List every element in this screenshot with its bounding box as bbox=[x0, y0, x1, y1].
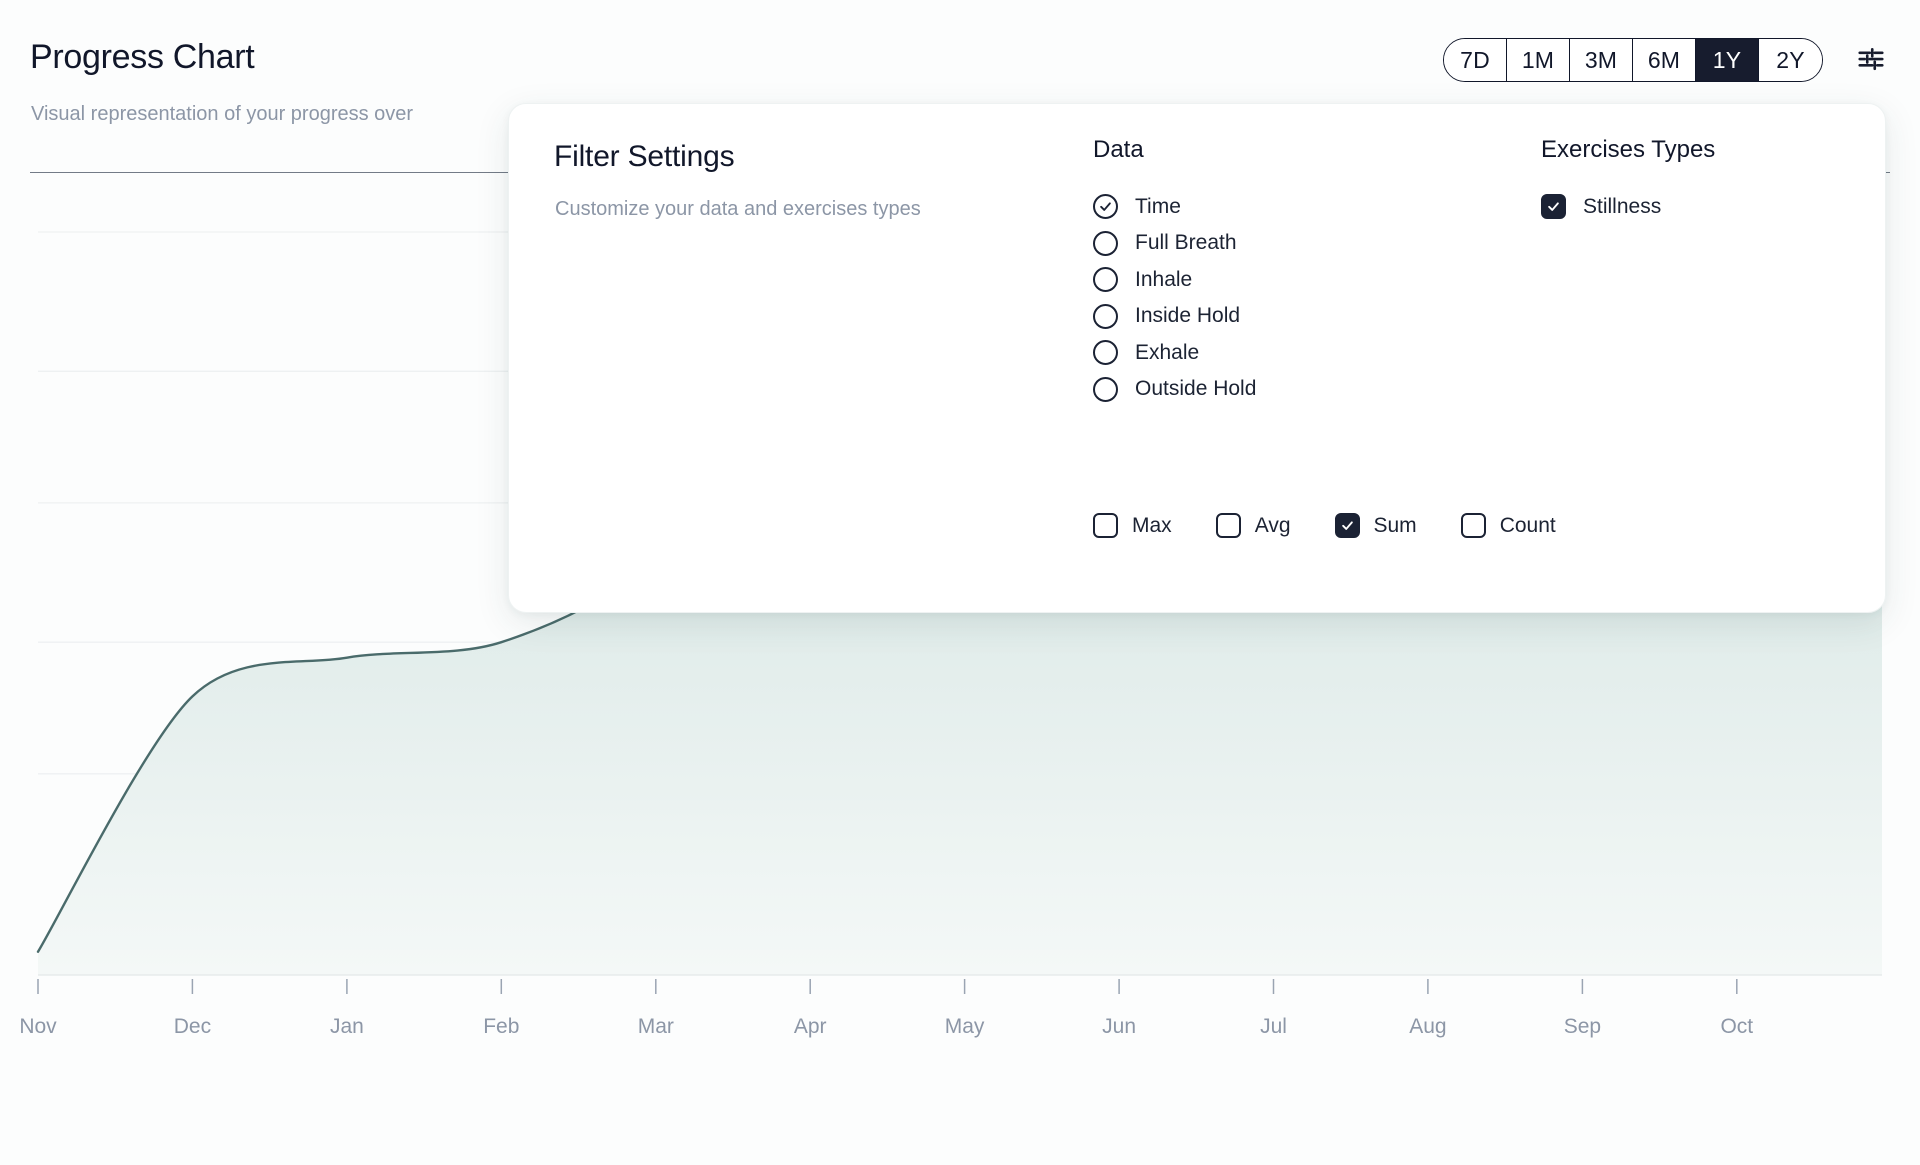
aggregation-label: Sum bbox=[1373, 513, 1417, 537]
data-option-label: Full Breath bbox=[1135, 231, 1237, 254]
x-axis-label: Jul bbox=[1260, 1015, 1287, 1038]
exercise-type-stillness[interactable]: Stillness bbox=[1541, 194, 1715, 219]
x-axis-label: Jun bbox=[1102, 1015, 1136, 1038]
checkbox-unchecked-icon bbox=[1460, 513, 1486, 538]
page-subtitle: Visual representation of your progress o… bbox=[31, 103, 414, 125]
x-axis-label: May bbox=[945, 1015, 985, 1038]
data-option-label: Time bbox=[1135, 194, 1181, 218]
x-axis-label: Jan bbox=[330, 1015, 364, 1038]
filter-settings-panel: Filter Settings Customize your data and … bbox=[508, 103, 1886, 613]
data-option-label: Inhale bbox=[1135, 267, 1193, 291]
radio-unchecked-icon bbox=[1093, 303, 1118, 329]
exercises-types-checkbox-list: Stillness bbox=[1541, 194, 1715, 219]
x-axis-ticks bbox=[37, 979, 1738, 994]
checkbox-unchecked-icon bbox=[1093, 513, 1118, 538]
x-axis-label: Dec bbox=[174, 1015, 211, 1038]
aggregation-max[interactable]: Max bbox=[1093, 513, 1172, 538]
checkbox-unchecked-icon bbox=[1215, 513, 1241, 538]
x-axis-label: Aug bbox=[1409, 1015, 1446, 1038]
range-option-2y[interactable]: 2Y bbox=[1759, 39, 1822, 81]
range-option-1y[interactable]: 1Y bbox=[1696, 39, 1759, 81]
data-option-full-breath[interactable]: Full Breath bbox=[1093, 230, 1256, 256]
x-axis-label: Mar bbox=[638, 1015, 674, 1038]
data-option-inside-hold[interactable]: Inside Hold bbox=[1093, 303, 1256, 329]
checkbox-checked-icon bbox=[1334, 513, 1360, 538]
checkbox-checked-icon bbox=[1541, 194, 1566, 219]
filter-panel-subtitle: Customize your data and exercises types bbox=[555, 198, 921, 220]
filter-panel-title: Filter Settings bbox=[554, 140, 735, 173]
sliders-icon bbox=[1856, 44, 1886, 77]
aggregation-label: Avg bbox=[1254, 513, 1291, 537]
radio-checked-icon bbox=[1093, 194, 1118, 219]
exercises-types-column: Exercises Types Stillness bbox=[1541, 136, 1715, 219]
data-option-label: Outside Hold bbox=[1135, 377, 1257, 400]
exercise-type-label: Stillness bbox=[1583, 194, 1662, 218]
range-option-1m[interactable]: 1M bbox=[1507, 39, 1570, 81]
exercises-types-heading: Exercises Types bbox=[1541, 136, 1716, 163]
data-option-time[interactable]: Time bbox=[1093, 194, 1256, 219]
data-option-label: Exhale bbox=[1135, 340, 1200, 364]
data-option-exhale[interactable]: Exhale bbox=[1093, 340, 1256, 365]
range-option-6m[interactable]: 6M bbox=[1633, 39, 1696, 81]
radio-unchecked-icon bbox=[1093, 340, 1118, 365]
page-title: Progress Chart bbox=[30, 38, 255, 76]
radio-unchecked-icon bbox=[1093, 267, 1118, 292]
aggregation-label: Max bbox=[1132, 513, 1172, 537]
range-option-3m[interactable]: 3M bbox=[1570, 39, 1633, 81]
aggregation-checkbox-row: Max Avg Sum Count bbox=[1093, 513, 1556, 538]
aggregation-sum[interactable]: Sum bbox=[1334, 513, 1417, 538]
data-option-label: Inside Hold bbox=[1135, 304, 1241, 327]
time-range-selector[interactable]: 7D 1M 3M 6M 1Y 2Y bbox=[1443, 38, 1823, 82]
data-option-inhale[interactable]: Inhale bbox=[1093, 267, 1256, 292]
aggregation-label: Count bbox=[1499, 513, 1556, 537]
range-option-7d[interactable]: 7D bbox=[1444, 39, 1507, 81]
data-option-outside-hold[interactable]: Outside Hold bbox=[1093, 376, 1257, 402]
x-axis-label: Feb bbox=[483, 1015, 519, 1038]
x-axis-label: Apr bbox=[794, 1015, 827, 1038]
aggregation-count[interactable]: Count bbox=[1460, 513, 1556, 538]
aggregation-avg[interactable]: Avg bbox=[1215, 513, 1291, 538]
x-axis-label: Sep bbox=[1564, 1015, 1601, 1038]
data-radio-list: Time Full Breath Inhale Inside Hold Exhale Ou… bbox=[1093, 194, 1256, 402]
data-column-heading: Data bbox=[1093, 136, 1144, 163]
radio-unchecked-icon bbox=[1093, 376, 1118, 402]
x-axis-label: Oct bbox=[1720, 1015, 1753, 1038]
data-column: Data Time Full Breath Inhale Inside Hold Exh… bbox=[1093, 136, 1256, 402]
x-axis-labels: Nov Dec Jan Feb Mar Apr May Jun Jul Aug Sep Oct bbox=[19, 1015, 1753, 1038]
filter-settings-button[interactable] bbox=[1848, 38, 1894, 82]
x-axis-label: Nov bbox=[19, 1015, 57, 1038]
radio-unchecked-icon bbox=[1093, 230, 1118, 256]
